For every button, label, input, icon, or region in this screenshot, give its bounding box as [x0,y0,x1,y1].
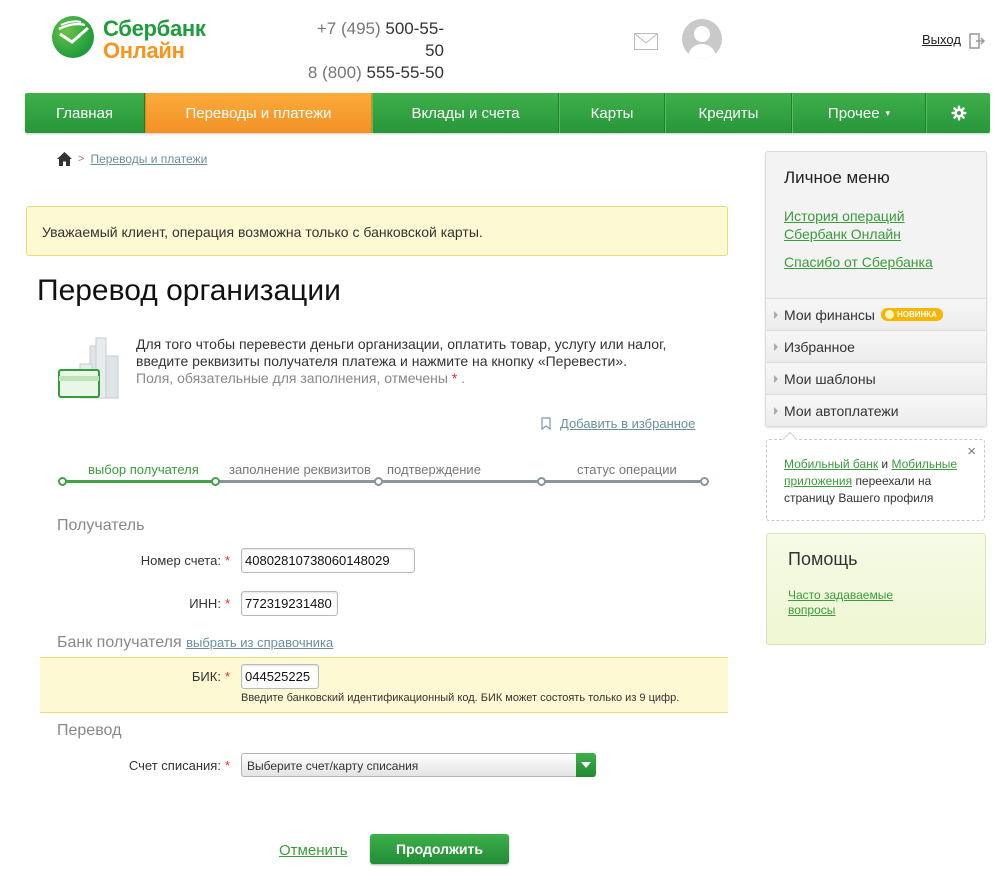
mobile-bank-link[interactable]: Мобильный банк [784,457,878,471]
organization-building-icon [58,337,119,399]
phone-2: 8 (800) 555-55-50 [307,63,444,82]
sberbank-logo-icon [52,16,94,58]
step-dot [58,477,67,486]
step-label: статус операции [577,462,677,477]
bik-label: БИК: * [191,669,230,684]
steps-track-done [62,480,217,483]
chevron-down-icon: ▾ [885,107,891,118]
debit-account-label: Счет списания: * [128,758,230,773]
personal-menu: Личное меню История операций Сбербанк Он… [765,151,987,427]
bik-hint: Введите банковский идентификационный код… [241,692,680,704]
sidebar-item-templates[interactable]: Мои шаблоны [766,362,986,394]
sidebar-item-autopayments[interactable]: Мои автоплатежи [766,394,986,426]
chevron-down-icon [576,753,596,777]
step-label: заполнение реквизитов [229,462,371,477]
breadcrumb: > Переводы и платежи [57,151,207,167]
sun-icon [884,310,894,319]
steps-track [58,477,709,486]
step-label: выбор получателя [88,462,199,477]
transfer-section-title: Перевод [57,722,122,739]
chevron-right-icon [774,407,778,415]
nav-item-home[interactable]: Главная [25,93,145,133]
step-label: подтверждение [387,462,481,477]
recipient-section-title: Получатель [57,517,145,534]
account-number-label: Номер счета: * [140,553,230,568]
main-nav: Главная Переводы и платежи Вклады и счет… [25,93,990,133]
nav-settings-button[interactable] [926,93,990,133]
inn-input[interactable] [241,591,338,616]
personal-menu-title: Личное меню [784,168,890,187]
sidebar-item-my-finances[interactable]: Мои финансы НОВИНКА [766,298,986,330]
phone-1: +7 (495) 500-55-50 [316,19,444,60]
account-number-input[interactable] [241,548,415,573]
cancel-button[interactable]: Отменить [279,842,348,859]
chevron-right-icon [774,375,778,383]
logo-text-line2: Онлайн [103,38,185,63]
bank-section-title: Банк получателя выбрать из справочника [57,634,334,651]
step-dot [537,477,546,486]
close-icon[interactable]: × [967,443,976,460]
bik-field-highlight [40,657,728,713]
nav-item-deposits[interactable]: Вклады и счета [372,93,559,133]
debit-account-select[interactable]: Выберите счет/карту списания [241,753,596,777]
gear-icon [951,105,966,121]
mail-icon[interactable] [634,33,658,50]
nav-item-other[interactable]: Прочее ▾ [792,93,926,133]
new-badge: НОВИНКА [880,308,943,321]
inn-label: ИНН: * [189,596,230,611]
operations-history-link[interactable]: История операций Сбербанк Онлайн [784,207,944,243]
bookmark-icon [541,417,551,430]
logo[interactable]: Сбербанк Онлайн [52,16,212,63]
faq-link[interactable]: Часто задаваемые вопросы [788,588,918,618]
moved-notice: × Мобильный банк и Мобильные приложения … [766,431,985,521]
logout-icon[interactable] [969,33,985,49]
step-dot [211,477,220,486]
continue-button[interactable]: Продолжить [370,834,509,864]
chevron-right-icon [774,343,778,351]
nav-item-cards[interactable]: Карты [559,93,665,133]
step-dot [700,477,709,486]
page-title: Перевод организации [37,274,341,307]
step-dot [374,477,383,486]
nav-item-transfers[interactable]: Переводы и платежи [145,93,372,133]
breadcrumb-separator: > [78,153,85,165]
bank-directory-link[interactable]: выбрать из справочника [186,635,333,650]
avatar[interactable] [682,19,722,59]
bik-input[interactable] [241,664,319,689]
help-panel: Помощь Часто задаваемые вопросы [766,533,986,645]
help-title: Помощь [788,549,858,569]
breadcrumb-transfers-link[interactable]: Переводы и платежи [90,152,207,166]
phone-numbers: +7 (495) 500-55-50 8 (800) 555-55-50 [298,18,444,84]
sidebar-item-favorites[interactable]: Избранное [766,330,986,362]
steps-track-remaining [217,480,705,483]
chevron-right-icon [774,311,778,319]
notice-pointer [782,431,798,447]
logout-link[interactable]: Выход [922,32,961,47]
add-to-favorites-link[interactable]: Добавить в избранное [541,416,695,431]
warning-alert: Уважаемый клиент, операция возможна толь… [26,206,728,256]
intro-text: Для того чтобы перевести деньги организа… [136,336,667,386]
nav-item-credits[interactable]: Кредиты [665,93,792,133]
home-icon[interactable] [57,152,72,166]
spasibo-link[interactable]: Спасибо от Сбербанка [784,253,933,271]
user-silhouette-icon [687,26,717,59]
